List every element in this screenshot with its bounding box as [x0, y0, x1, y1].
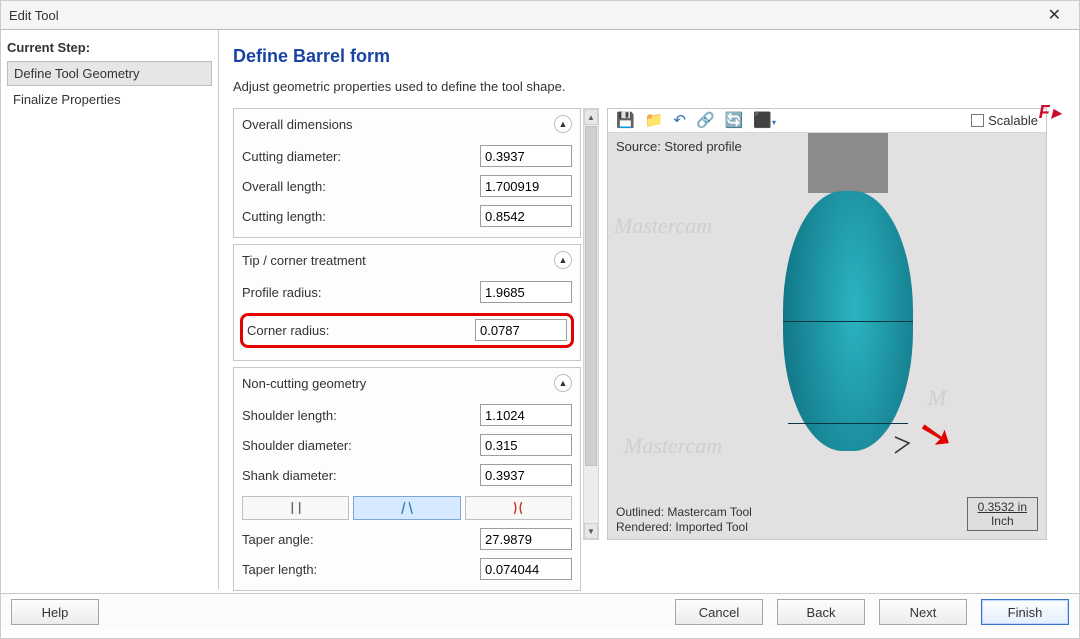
scroll-up-icon[interactable]: ▲ [584, 109, 598, 125]
callout-arrow-icon: ➘ [913, 406, 958, 461]
group-header-overall[interactable]: Overall dimensions ▲ [234, 109, 580, 139]
group-non-cutting: Non-cutting geometry ▲ Shoulder length: … [233, 367, 581, 591]
form-scroll-area: Overall dimensions ▲ Cutting diameter: O… [233, 108, 599, 591]
content: Define Barrel form Adjust geometric prop… [219, 30, 1079, 589]
refresh-icon[interactable]: 🔄 [725, 113, 744, 128]
back-button[interactable]: Back [777, 599, 865, 625]
tool-shaft [808, 133, 888, 193]
input-profile-radius[interactable] [480, 281, 572, 303]
label-overall-length: Overall length: [242, 179, 326, 194]
ruler-unit: Inch [978, 514, 1027, 528]
group-title: Non-cutting geometry [242, 376, 366, 391]
chevron-up-icon[interactable]: ▲ [554, 115, 572, 133]
form-scrollbar[interactable]: ▲ ▼ [583, 108, 599, 540]
page-subtitle: Adjust geometric properties used to defi… [233, 79, 1065, 94]
assembly-icon[interactable]: ⬛▾ [753, 113, 776, 128]
label-shoulder-length: Shoulder length: [242, 408, 337, 423]
brand-logo-icon: F▶ [1039, 102, 1061, 123]
label-taper-angle: Taper angle: [242, 532, 314, 547]
window-title: Edit Tool [9, 8, 59, 23]
close-icon[interactable]: ✕ [1038, 5, 1071, 25]
group-header-noncut[interactable]: Non-cutting geometry ▲ [234, 368, 580, 398]
rendered-label: Rendered: Imported Tool [616, 520, 752, 535]
label-cutting-diameter: Cutting diameter: [242, 149, 341, 164]
label-corner-radius: Corner radius: [247, 323, 329, 338]
shank-shape-necked[interactable] [465, 496, 572, 520]
group-title: Tip / corner treatment [242, 253, 366, 268]
highlight-corner-radius: Corner radius: [240, 313, 574, 348]
folder-icon[interactable]: 📁 [645, 113, 664, 128]
label-shank-diameter: Shank diameter: [242, 468, 337, 483]
label-shoulder-diameter: Shoulder diameter: [242, 438, 352, 453]
label-taper-length: Taper length: [242, 562, 317, 577]
scalable-label: Scalable [988, 113, 1038, 128]
group-title: Overall dimensions [242, 117, 353, 132]
input-shank-diameter[interactable] [480, 464, 572, 486]
finish-button[interactable]: Finish [981, 599, 1069, 625]
input-cutting-diameter[interactable] [480, 145, 572, 167]
panes: Overall dimensions ▲ Cutting diameter: O… [233, 108, 1065, 591]
scroll-thumb[interactable] [585, 126, 597, 466]
group-header-tip[interactable]: Tip / corner treatment ▲ [234, 245, 580, 275]
scalable-checkbox[interactable] [971, 114, 984, 127]
input-corner-radius[interactable] [475, 319, 567, 341]
cancel-button[interactable]: Cancel [675, 599, 763, 625]
label-profile-radius: Profile radius: [242, 285, 321, 300]
scroll-down-icon[interactable]: ▼ [584, 523, 598, 539]
watermark: Mastercam [624, 433, 722, 459]
watermark: Mastercam [614, 213, 712, 239]
undo-icon[interactable]: ↶ [673, 113, 686, 128]
page-title: Define Barrel form [233, 46, 1065, 67]
preview-footer-labels: Outlined: Mastercam Tool Rendered: Impor… [616, 505, 752, 535]
tool-midline [783, 321, 913, 322]
preview-panel: 💾 📁 ↶ 🔗 🔄 ⬛▾ Scalable Source: Stored pro… [607, 108, 1047, 540]
link-icon[interactable]: 🔗 [696, 113, 715, 128]
label-cutting-length: Cutting length: [242, 209, 326, 224]
sidebar-heading: Current Step: [7, 40, 218, 55]
group-overall-dimensions: Overall dimensions ▲ Cutting diameter: O… [233, 108, 581, 238]
outlined-label: Outlined: Mastercam Tool [616, 505, 752, 520]
tool-tipline [788, 423, 908, 424]
source-label: Source: Stored profile [616, 139, 742, 154]
input-taper-length[interactable] [480, 558, 572, 580]
next-button[interactable]: Next [879, 599, 967, 625]
input-shoulder-diameter[interactable] [480, 434, 572, 456]
input-cutting-length[interactable] [480, 205, 572, 227]
input-overall-length[interactable] [480, 175, 572, 197]
shank-shape-segment [242, 496, 572, 520]
shank-shape-straight[interactable] [242, 496, 349, 520]
chevron-up-icon[interactable]: ▲ [554, 251, 572, 269]
scale-ruler: 0.3532 in Inch [967, 497, 1038, 531]
chevron-up-icon[interactable]: ▲ [554, 374, 572, 392]
form-column: Overall dimensions ▲ Cutting diameter: O… [233, 108, 581, 591]
preview-viewport[interactable]: Source: Stored profile Mastercam M Maste… [608, 133, 1046, 539]
input-shoulder-length[interactable] [480, 404, 572, 426]
dialog-buttons: Help Cancel Back Next Finish [1, 593, 1079, 630]
help-button[interactable]: Help [11, 599, 99, 625]
ruler-value: 0.3532 in [978, 500, 1027, 514]
main: Current Step: Define Tool Geometry Final… [1, 29, 1079, 589]
group-tip-corner: Tip / corner treatment ▲ Profile radius:… [233, 244, 581, 361]
preview-toolbar: 💾 📁 ↶ 🔗 🔄 ⬛▾ Scalable [608, 109, 1046, 133]
step-list: Define Tool Geometry Finalize Properties [7, 61, 212, 111]
step-define-tool-geometry[interactable]: Define Tool Geometry [7, 61, 212, 86]
corner-indicator-icon [891, 433, 917, 459]
titlebar: Edit Tool ✕ [1, 1, 1079, 29]
shank-shape-tapered[interactable] [353, 496, 460, 520]
step-finalize-properties[interactable]: Finalize Properties [7, 88, 212, 111]
save-icon[interactable]: 💾 [616, 113, 635, 128]
input-taper-angle[interactable] [480, 528, 572, 550]
sidebar: Current Step: Define Tool Geometry Final… [1, 30, 219, 589]
